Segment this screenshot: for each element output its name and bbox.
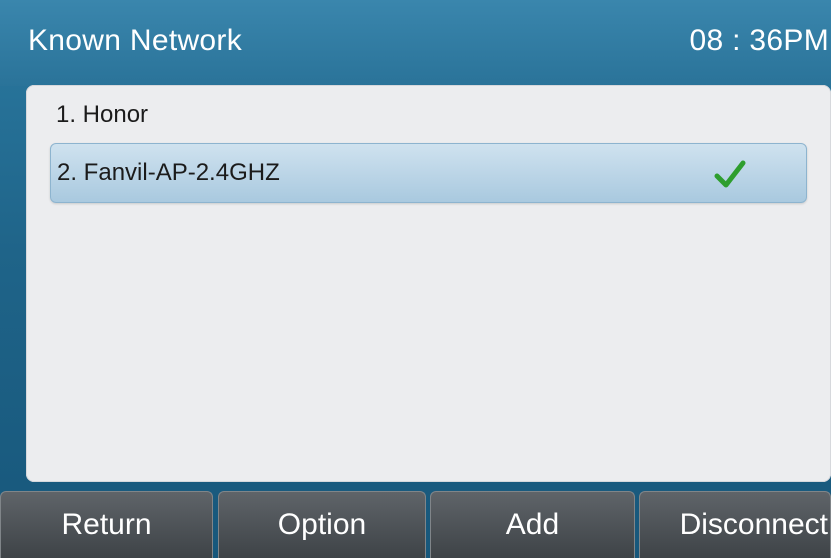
disconnect-button[interactable]: Disconnect (639, 491, 831, 558)
network-list: 1. Honor 2. Fanvil-AP-2.4GHZ (26, 85, 831, 482)
phone-screen: Known Network 08 : 36PM 1. Honor 2. Fanv… (0, 0, 831, 558)
network-item-fanvil[interactable]: 2. Fanvil-AP-2.4GHZ (50, 143, 807, 203)
return-button[interactable]: Return (0, 491, 213, 558)
clock: 08 : 36PM (689, 24, 829, 57)
network-item-label: 2. Fanvil-AP-2.4GHZ (57, 159, 280, 186)
check-icon (714, 160, 746, 188)
option-button[interactable]: Option (218, 491, 426, 558)
page-title: Known Network (28, 24, 242, 57)
softkey-bar: Return Option Add Disconnect (0, 491, 831, 558)
add-button[interactable]: Add (430, 491, 635, 558)
network-item-honor[interactable]: 1. Honor (50, 85, 807, 145)
network-item-label: 1. Honor (56, 101, 149, 128)
title-bar: Known Network 08 : 36PM (0, 0, 831, 86)
